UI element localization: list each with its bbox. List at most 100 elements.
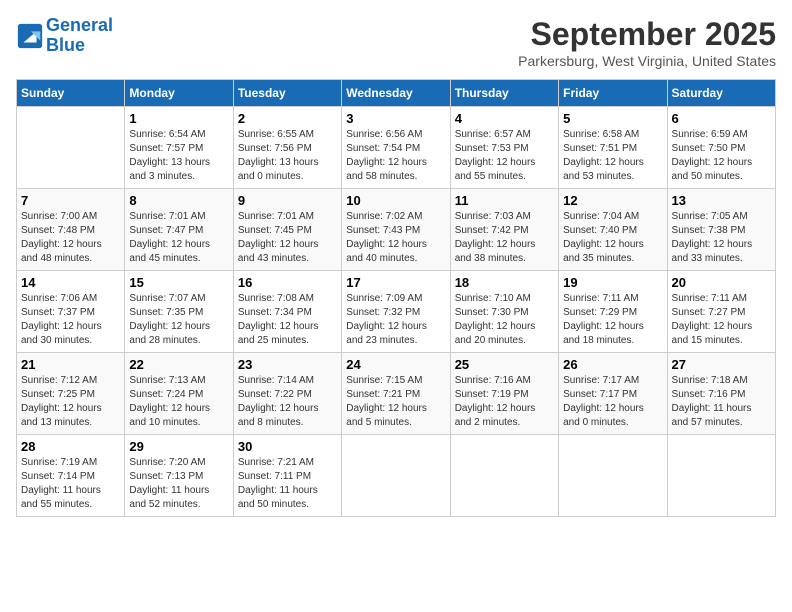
day-number: 3: [346, 111, 445, 126]
calendar-cell: 27 Sunrise: 7:18 AM Sunset: 7:16 PM Dayli…: [667, 353, 775, 435]
calendar-week-row: 14 Sunrise: 7:06 AM Sunset: 7:37 PM Dayli…: [17, 271, 776, 353]
day-info: Sunrise: 7:14 AM Sunset: 7:22 PM Dayligh…: [238, 374, 337, 430]
day-info: Sunrise: 7:20 AM Sunset: 7:13 PM Dayligh…: [129, 456, 228, 512]
day-number: 29: [129, 439, 228, 454]
calendar-cell: 16 Sunrise: 7:08 AM Sunset: 7:34 PM Dayli…: [233, 271, 341, 353]
day-number: 19: [563, 275, 662, 290]
calendar-cell: 30 Sunrise: 7:21 AM Sunset: 7:11 PM Dayli…: [233, 435, 341, 517]
day-number: 6: [672, 111, 771, 126]
day-info: Sunrise: 7:01 AM Sunset: 7:47 PM Dayligh…: [129, 210, 228, 266]
calendar-cell: [342, 435, 450, 517]
location: Parkersburg, West Virginia, United State…: [518, 53, 776, 69]
day-number: 23: [238, 357, 337, 372]
calendar-cell: 12 Sunrise: 7:04 AM Sunset: 7:40 PM Dayli…: [559, 189, 667, 271]
calendar-cell: 24Sunrise: 7:15 AM Sunset: 7:21 PM Dayli…: [342, 353, 450, 435]
day-number: 1: [129, 111, 228, 126]
calendar-cell: 26 Sunrise: 7:17 AM Sunset: 7:17 PM Dayli…: [559, 353, 667, 435]
day-number: 30: [238, 439, 337, 454]
day-number: 21: [21, 357, 120, 372]
calendar-cell: [450, 435, 558, 517]
calendar-week-row: 1 Sunrise: 6:54 AM Sunset: 7:57 PM Daylig…: [17, 107, 776, 189]
day-info: Sunrise: 7:07 AM Sunset: 7:35 PM Dayligh…: [129, 292, 228, 348]
day-number: 15: [129, 275, 228, 290]
calendar-header-row: SundayMondayTuesdayWednesdayThursdayFrid…: [17, 80, 776, 107]
day-number: 14: [21, 275, 120, 290]
day-info: Sunrise: 7:16 AM Sunset: 7:19 PM Dayligh…: [455, 374, 554, 430]
calendar-cell: 10Sunrise: 7:02 AM Sunset: 7:43 PM Dayli…: [342, 189, 450, 271]
day-number: 27: [672, 357, 771, 372]
day-number: 5: [563, 111, 662, 126]
day-info: Sunrise: 7:08 AM Sunset: 7:34 PM Dayligh…: [238, 292, 337, 348]
day-info: Sunrise: 7:12 AM Sunset: 7:25 PM Dayligh…: [21, 374, 120, 430]
day-info: Sunrise: 7:04 AM Sunset: 7:40 PM Dayligh…: [563, 210, 662, 266]
calendar-cell: 23 Sunrise: 7:14 AM Sunset: 7:22 PM Dayli…: [233, 353, 341, 435]
logo-text: General Blue: [46, 16, 113, 56]
day-number: 4: [455, 111, 554, 126]
day-info: Sunrise: 6:56 AM Sunset: 7:54 PM Dayligh…: [346, 128, 445, 184]
day-info: Sunrise: 6:58 AM Sunset: 7:51 PM Dayligh…: [563, 128, 662, 184]
day-number: 8: [129, 193, 228, 208]
title-block: September 2025 Parkersburg, West Virgini…: [518, 16, 776, 69]
day-info: Sunrise: 7:06 AM Sunset: 7:37 PM Dayligh…: [21, 292, 120, 348]
day-number: 9: [238, 193, 337, 208]
day-number: 22: [129, 357, 228, 372]
day-info: Sunrise: 6:57 AM Sunset: 7:53 PM Dayligh…: [455, 128, 554, 184]
day-info: Sunrise: 7:17 AM Sunset: 7:17 PM Dayligh…: [563, 374, 662, 430]
calendar-cell: [559, 435, 667, 517]
calendar-cell: 9 Sunrise: 7:01 AM Sunset: 7:45 PM Daylig…: [233, 189, 341, 271]
calendar-cell: 19 Sunrise: 7:11 AM Sunset: 7:29 PM Dayli…: [559, 271, 667, 353]
day-info: Sunrise: 7:03 AM Sunset: 7:42 PM Dayligh…: [455, 210, 554, 266]
calendar-cell: 20 Sunrise: 7:11 AM Sunset: 7:27 PM Dayli…: [667, 271, 775, 353]
calendar-cell: 6 Sunrise: 6:59 AM Sunset: 7:50 PM Daylig…: [667, 107, 775, 189]
day-info: Sunrise: 7:01 AM Sunset: 7:45 PM Dayligh…: [238, 210, 337, 266]
calendar-cell: 28 Sunrise: 7:19 AM Sunset: 7:14 PM Dayli…: [17, 435, 125, 517]
day-number: 17: [346, 275, 445, 290]
day-number: 24: [346, 357, 445, 372]
day-number: 11: [455, 193, 554, 208]
calendar-cell: 14 Sunrise: 7:06 AM Sunset: 7:37 PM Dayli…: [17, 271, 125, 353]
day-info: Sunrise: 7:02 AM Sunset: 7:43 PM Dayligh…: [346, 210, 445, 266]
weekday-header: Saturday: [667, 80, 775, 107]
logo-icon: [16, 22, 44, 50]
calendar-cell: 3 Sunrise: 6:56 AM Sunset: 7:54 PM Daylig…: [342, 107, 450, 189]
calendar-week-row: 7Sunrise: 7:00 AM Sunset: 7:48 PM Daylig…: [17, 189, 776, 271]
weekday-header: Tuesday: [233, 80, 341, 107]
day-info: Sunrise: 7:09 AM Sunset: 7:32 PM Dayligh…: [346, 292, 445, 348]
day-number: 28: [21, 439, 120, 454]
calendar-cell: 1 Sunrise: 6:54 AM Sunset: 7:57 PM Daylig…: [125, 107, 233, 189]
day-info: Sunrise: 7:19 AM Sunset: 7:14 PM Dayligh…: [21, 456, 120, 512]
day-number: 16: [238, 275, 337, 290]
calendar-cell: 21 Sunrise: 7:12 AM Sunset: 7:25 PM Dayli…: [17, 353, 125, 435]
calendar-cell: 8 Sunrise: 7:01 AM Sunset: 7:47 PM Daylig…: [125, 189, 233, 271]
calendar-cell: 18Sunrise: 7:10 AM Sunset: 7:30 PM Dayli…: [450, 271, 558, 353]
day-info: Sunrise: 7:18 AM Sunset: 7:16 PM Dayligh…: [672, 374, 771, 430]
month-title: September 2025: [518, 16, 776, 53]
calendar-cell: 13Sunrise: 7:05 AM Sunset: 7:38 PM Dayli…: [667, 189, 775, 271]
day-number: 20: [672, 275, 771, 290]
calendar-cell: [667, 435, 775, 517]
weekday-header: Monday: [125, 80, 233, 107]
page-header: General Blue September 2025 Parkersburg,…: [16, 16, 776, 69]
calendar-cell: 25Sunrise: 7:16 AM Sunset: 7:19 PM Dayli…: [450, 353, 558, 435]
day-info: Sunrise: 7:11 AM Sunset: 7:27 PM Dayligh…: [672, 292, 771, 348]
calendar-cell: 22 Sunrise: 7:13 AM Sunset: 7:24 PM Dayli…: [125, 353, 233, 435]
day-info: Sunrise: 7:10 AM Sunset: 7:30 PM Dayligh…: [455, 292, 554, 348]
calendar-cell: 4 Sunrise: 6:57 AM Sunset: 7:53 PM Daylig…: [450, 107, 558, 189]
calendar-cell: 29 Sunrise: 7:20 AM Sunset: 7:13 PM Dayli…: [125, 435, 233, 517]
calendar-cell: 11 Sunrise: 7:03 AM Sunset: 7:42 PM Dayli…: [450, 189, 558, 271]
day-info: Sunrise: 7:13 AM Sunset: 7:24 PM Dayligh…: [129, 374, 228, 430]
calendar-cell: 2Sunrise: 6:55 AM Sunset: 7:56 PM Daylig…: [233, 107, 341, 189]
calendar-body: 1 Sunrise: 6:54 AM Sunset: 7:57 PM Daylig…: [17, 107, 776, 517]
day-number: 26: [563, 357, 662, 372]
weekday-header: Friday: [559, 80, 667, 107]
day-info: Sunrise: 6:59 AM Sunset: 7:50 PM Dayligh…: [672, 128, 771, 184]
day-info: Sunrise: 7:11 AM Sunset: 7:29 PM Dayligh…: [563, 292, 662, 348]
day-info: Sunrise: 6:54 AM Sunset: 7:57 PM Dayligh…: [129, 128, 228, 184]
day-number: 13: [672, 193, 771, 208]
day-info: Sunrise: 7:21 AM Sunset: 7:11 PM Dayligh…: [238, 456, 337, 512]
day-number: 12: [563, 193, 662, 208]
calendar-cell: [17, 107, 125, 189]
calendar-week-row: 21 Sunrise: 7:12 AM Sunset: 7:25 PM Dayli…: [17, 353, 776, 435]
day-number: 2: [238, 111, 337, 126]
weekday-header: Thursday: [450, 80, 558, 107]
